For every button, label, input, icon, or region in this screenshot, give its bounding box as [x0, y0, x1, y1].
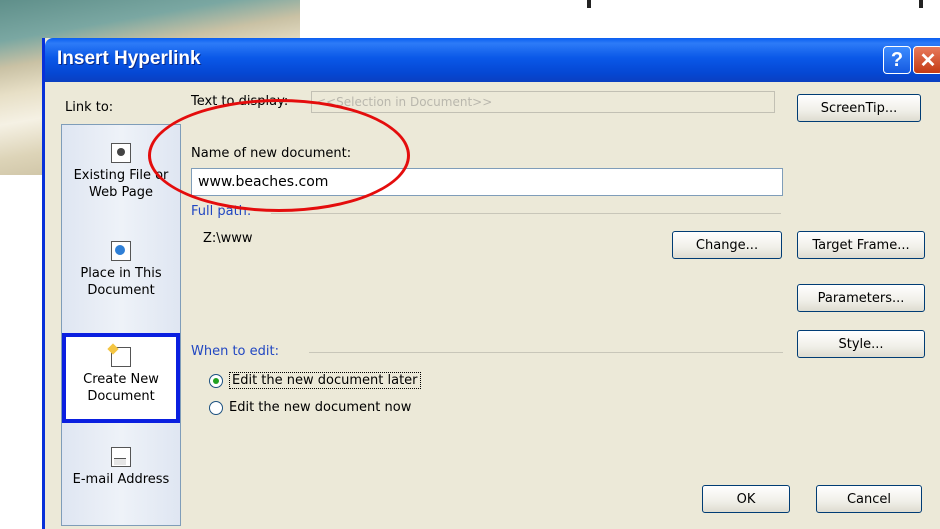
- background-document-strip: [520, 0, 940, 16]
- dialog-title: Insert Hyperlink: [57, 48, 201, 69]
- edit-now-radio[interactable]: [209, 400, 223, 415]
- edit-now-option[interactable]: Edit the new document now: [209, 400, 411, 415]
- annotation-ellipse: [148, 99, 410, 212]
- edit-later-label: Edit the new document later: [229, 372, 421, 389]
- email-icon: [111, 447, 131, 467]
- new-document-icon: [111, 347, 131, 367]
- target-frame-button[interactable]: Target Frame...: [797, 231, 925, 259]
- file-icon: [111, 143, 131, 163]
- full-path-separator: [271, 213, 781, 214]
- ok-button[interactable]: OK: [702, 485, 790, 513]
- link-to-panel: Existing File or Web Page Place in This …: [61, 124, 181, 526]
- change-button[interactable]: Change...: [672, 231, 782, 259]
- text-to-display-input[interactable]: <<Selection in Document>>: [311, 91, 775, 113]
- help-button[interactable]: ?: [883, 46, 911, 74]
- link-to-item-label: Document: [87, 283, 155, 298]
- full-path-value: Z:\www: [203, 231, 253, 246]
- insert-hyperlink-dialog: Insert Hyperlink ? ✕ Link to: Existing F…: [42, 38, 940, 529]
- link-to-item-label: Document: [87, 389, 155, 404]
- background-bracket-left: [587, 0, 591, 8]
- background-bracket-right: [919, 0, 923, 8]
- link-to-item-label: Create New: [83, 372, 159, 387]
- screentip-button[interactable]: ScreenTip...: [797, 94, 921, 122]
- place-in-document-icon: [111, 241, 131, 261]
- edit-later-option[interactable]: Edit the new document later: [209, 372, 421, 389]
- link-to-item-label: Web Page: [89, 185, 153, 200]
- parameters-button[interactable]: Parameters...: [797, 284, 925, 312]
- close-button[interactable]: ✕: [913, 46, 940, 74]
- title-bar[interactable]: Insert Hyperlink ? ✕: [45, 38, 940, 82]
- help-icon: ?: [890, 48, 904, 71]
- link-to-place-in-document[interactable]: Place in This Document: [62, 241, 180, 299]
- link-to-email-address[interactable]: E-mail Address: [62, 447, 180, 488]
- link-to-create-new-document[interactable]: Create New Document: [62, 333, 180, 423]
- edit-now-label: Edit the new document now: [229, 400, 412, 415]
- link-to-item-label: E-mail Address: [72, 472, 170, 487]
- when-to-edit-separator: [309, 352, 783, 353]
- when-to-edit-label: When to edit:: [191, 344, 279, 359]
- link-to-item-label: Place in This: [80, 266, 162, 281]
- cancel-button[interactable]: Cancel: [816, 485, 922, 513]
- close-icon: ✕: [919, 49, 937, 72]
- style-button[interactable]: Style...: [797, 330, 925, 358]
- edit-later-radio[interactable]: [209, 373, 223, 388]
- link-to-label: Link to:: [65, 100, 114, 115]
